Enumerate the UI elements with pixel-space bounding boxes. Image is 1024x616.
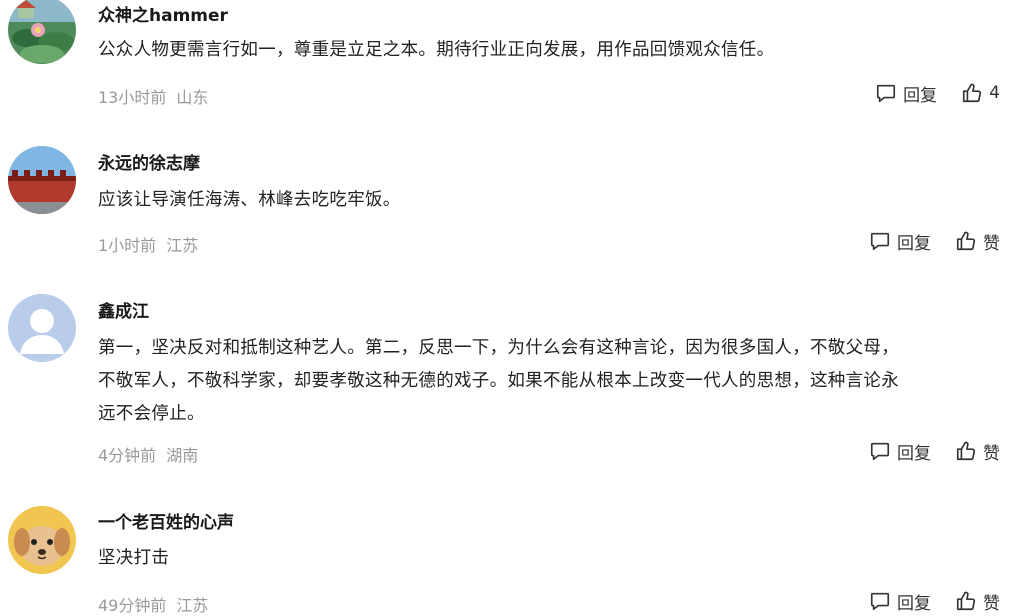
comment-username[interactable]: 众神之hammer (98, 1, 228, 26)
like-button[interactable]: 赞 (955, 589, 1000, 614)
comment-text-line: 公众人物更需言行如一，尊重是立足之本。期待行业正向发展，用作品回馈观众信任。 (98, 40, 775, 60)
comment-location: 山东 (176, 88, 209, 107)
comment-username[interactable]: 永远的徐志摩 (98, 149, 200, 174)
like-button[interactable]: 赞 (955, 229, 1000, 254)
comment-meta: 1小时前 江苏 (98, 232, 198, 256)
like-button[interactable]: 赞 (955, 439, 1000, 464)
comment-text: 公众人物更需言行如一，尊重是立足之本。期待行业正向发展，用作品回馈观众信任。 (98, 34, 1008, 67)
comment-meta: 13小时前 山东 (98, 84, 208, 108)
comment-text-line: 第一，坚决反对和抵制这种艺人。第二，反思一下，为什么会有这种言论，因为很多国人，… (98, 338, 899, 358)
reply-icon (870, 442, 890, 461)
palace-wall-avatar-icon[interactable] (8, 146, 76, 214)
thumbs-up-icon (956, 231, 976, 251)
reply-icon (870, 232, 890, 251)
puppy-avatar-icon[interactable] (8, 506, 76, 574)
like-count: 4 (989, 83, 1000, 103)
like-label: 赞 (983, 233, 1000, 254)
reply-button[interactable]: 回复 (869, 589, 931, 614)
thumbs-up-icon (956, 441, 976, 461)
reply-label: 回复 (897, 443, 931, 464)
comment-meta: 49分钟前 江苏 (98, 592, 208, 616)
reply-label: 回复 (903, 85, 938, 106)
like-label: 赞 (983, 443, 1000, 464)
comment-text-line: 坚决打击 (98, 548, 170, 568)
comment-item: 一个老百姓的心声 坚决打击 49分钟前 江苏 回复 赞 (0, 506, 1024, 615)
comment-time: 13小时前 (98, 88, 167, 107)
reply-button[interactable]: 回复 (869, 229, 931, 254)
comment-actions: 回复 赞 (869, 588, 1000, 614)
reply-icon (877, 84, 896, 103)
like-button[interactable]: 4 (961, 82, 1000, 104)
default-user-avatar-icon[interactable] (8, 294, 76, 362)
thumbs-up-icon (963, 83, 982, 103)
comment-location: 江苏 (166, 236, 199, 255)
lotus-pond-avatar-icon[interactable] (8, 0, 76, 64)
comment-text: 应该让导演任海涛、林峰去吃吃牢饭。 (98, 184, 1008, 217)
comment-username[interactable]: 鑫成江 (98, 297, 149, 322)
reply-button[interactable]: 回复 (875, 81, 937, 106)
reply-button[interactable]: 回复 (869, 439, 931, 464)
comment-item: 众神之hammer 公众人物更需言行如一，尊重是立足之本。期待行业正向发展，用作… (0, 0, 1024, 120)
comment-text-line: 应该让导演任海涛、林峰去吃吃牢饭。 (98, 190, 401, 210)
comment-actions: 回复 赞 (869, 438, 1000, 464)
comment-text: 第一，坚决反对和抵制这种艺人。第二，反思一下，为什么会有这种言论，因为很多国人，… (98, 332, 1008, 431)
reply-label: 回复 (897, 593, 931, 614)
comment-item: 永远的徐志摩 应该让导演任海涛、林峰去吃吃牢饭。 1小时前 江苏 回复 赞 (0, 146, 1024, 266)
comment-text-line: 远不会停止。 (98, 404, 205, 424)
comment-time: 1小时前 (98, 236, 157, 255)
comment-time: 4分钟前 (98, 446, 157, 465)
comment-location: 湖南 (166, 446, 199, 465)
comment-text-line: 不敬军人，不敬科学家，却要孝敬这种无德的戏子。如果不能从根本上改变一代人的思想，… (98, 371, 899, 391)
thumbs-up-icon (956, 591, 976, 611)
comment-actions: 回复 4 (875, 80, 1000, 106)
comment-meta: 4分钟前 湖南 (98, 442, 198, 466)
reply-label: 回复 (897, 233, 931, 254)
comment-text: 坚决打击 (98, 542, 1008, 575)
reply-icon (870, 592, 890, 611)
comment-item: 鑫成江 第一，坚决反对和抵制这种艺人。第二，反思一下，为什么会有这种言论，因为很… (0, 294, 1024, 474)
comment-actions: 回复 赞 (869, 228, 1000, 254)
like-label: 赞 (983, 593, 1000, 614)
comment-username[interactable]: 一个老百姓的心声 (98, 508, 234, 533)
